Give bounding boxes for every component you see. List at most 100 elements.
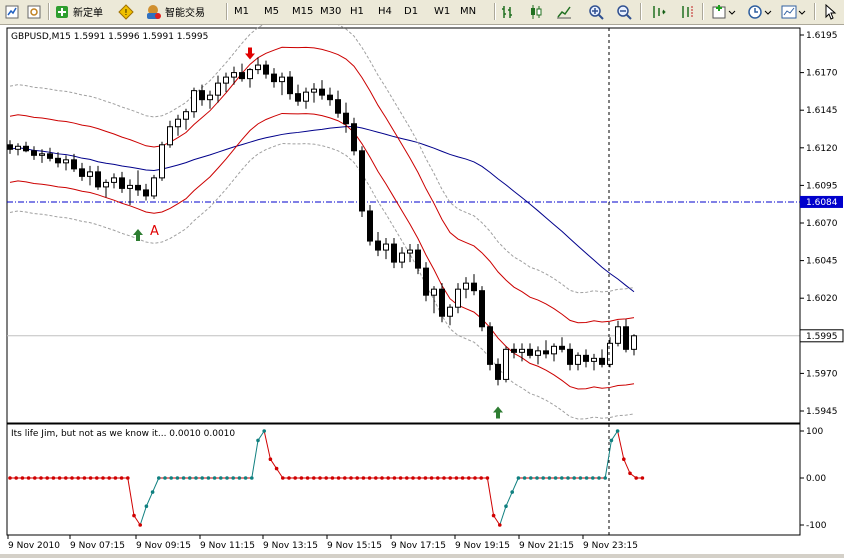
indicator-point bbox=[442, 476, 446, 480]
candle-body bbox=[495, 363, 501, 380]
cursor-icon[interactable] bbox=[820, 2, 840, 21]
candle-body bbox=[343, 112, 349, 125]
candle-body bbox=[559, 345, 565, 350]
indicator-point bbox=[491, 513, 496, 518]
new-order-icon bbox=[56, 5, 68, 18]
indicator-point bbox=[262, 429, 267, 433]
indicator-point bbox=[212, 476, 217, 480]
indicator-point bbox=[628, 471, 632, 476]
candle-body bbox=[511, 348, 517, 353]
timeframe-h1-button[interactable]: H1 bbox=[348, 2, 366, 21]
timeframe-w1-button[interactable]: W1 bbox=[432, 2, 452, 21]
zoom-out-icon[interactable] bbox=[614, 2, 634, 21]
candle-body bbox=[487, 326, 493, 365]
indicator-point bbox=[138, 523, 142, 527]
y-tick-label: 1.5970 bbox=[806, 369, 838, 379]
candle-body bbox=[455, 288, 461, 308]
indicator-point bbox=[405, 476, 409, 480]
candle-body bbox=[63, 159, 69, 164]
indicator-point bbox=[132, 513, 136, 518]
indicators-dropdown-icon[interactable] bbox=[710, 2, 738, 21]
indicator-point bbox=[485, 476, 490, 480]
timeframe-d1-button[interactable]: D1 bbox=[402, 2, 420, 21]
y-tick-label: 1.6095 bbox=[806, 181, 838, 191]
indicator-point bbox=[479, 476, 484, 480]
chart-shift-icon[interactable] bbox=[676, 2, 696, 21]
periods-dropdown-icon[interactable] bbox=[746, 2, 774, 21]
candle-body bbox=[551, 345, 557, 355]
line-chart-icon[interactable] bbox=[554, 2, 574, 21]
indicator-point bbox=[299, 476, 304, 480]
timeframe-h4-button[interactable]: H4 bbox=[376, 2, 394, 21]
chart-window[interactable]: 1.6195 1.6170 1.6145 1.6120 1.6095 1.6070 1.60… bbox=[0, 16, 844, 554]
candle-body bbox=[231, 72, 237, 78]
indicator-point bbox=[336, 476, 341, 480]
indicator-point bbox=[591, 476, 595, 480]
x-tick-label: 9 Nov 15:15 bbox=[327, 541, 382, 551]
current-price-label: 1.5995 bbox=[806, 332, 838, 342]
zoom-in-icon[interactable] bbox=[586, 2, 606, 21]
indicator-point bbox=[429, 476, 434, 480]
price-chart[interactable]: 1.6195 1.6170 1.6145 1.6120 1.6095 1.6070 1.60… bbox=[0, 16, 844, 554]
candle-body bbox=[47, 153, 53, 159]
indicator-point bbox=[566, 476, 570, 480]
candle-body bbox=[239, 72, 245, 80]
indicator-point bbox=[45, 476, 49, 480]
timeframe-m1-button[interactable]: M1 bbox=[232, 2, 251, 21]
indicator-point bbox=[57, 476, 62, 480]
templates-dropdown-icon[interactable] bbox=[780, 2, 808, 21]
candle-body bbox=[415, 249, 421, 269]
y-tick-label: 1.6045 bbox=[806, 257, 838, 267]
meta-editor-icon[interactable]: ! bbox=[116, 2, 136, 21]
new-order-button[interactable]: 新定单 bbox=[52, 2, 105, 21]
x-tick-label: 9 Nov 23:15 bbox=[583, 541, 638, 551]
indicator-point bbox=[460, 476, 465, 480]
annotation-label: A bbox=[150, 224, 159, 239]
indicator-point bbox=[318, 476, 322, 480]
indicator-point bbox=[578, 476, 583, 480]
y-tick-label: 1.6120 bbox=[806, 144, 838, 154]
indicator-point bbox=[560, 476, 564, 480]
timeframe-m5-button[interactable]: M5 bbox=[262, 2, 281, 21]
candle-body bbox=[15, 145, 21, 150]
auto-scroll-icon[interactable] bbox=[648, 2, 668, 21]
bar-chart-icon[interactable] bbox=[498, 2, 518, 21]
new-chart-icon[interactable] bbox=[2, 2, 22, 21]
expert-advisors-label: 智能交易 bbox=[165, 8, 205, 19]
candle-body bbox=[479, 290, 485, 328]
x-tick-label: 9 Nov 17:15 bbox=[391, 541, 446, 551]
indicator-y-label: -100 bbox=[806, 521, 827, 531]
indicator-point bbox=[82, 476, 87, 480]
indicator-point bbox=[467, 476, 471, 480]
candle-body bbox=[351, 123, 357, 152]
candlestick-chart-icon[interactable] bbox=[526, 2, 546, 21]
indicator-point bbox=[473, 476, 477, 480]
candle-body bbox=[631, 335, 637, 350]
candle-body bbox=[295, 93, 301, 102]
candle-body bbox=[391, 243, 397, 263]
expert-advisors-button[interactable]: 智能交易 bbox=[142, 2, 207, 21]
indicator-y-label: 0.00 bbox=[806, 474, 826, 484]
candle-body bbox=[583, 354, 589, 362]
candle-body bbox=[103, 181, 109, 188]
candle-body bbox=[471, 282, 477, 292]
candle-body bbox=[55, 157, 61, 164]
indicator-point bbox=[361, 476, 366, 480]
timeframe-mn-button[interactable]: MN bbox=[458, 2, 478, 21]
x-tick-label: 9 Nov 11:15 bbox=[200, 541, 255, 551]
zoom-window-icon[interactable] bbox=[24, 2, 44, 21]
candle-body bbox=[279, 76, 285, 83]
indicator-point bbox=[188, 476, 192, 480]
candle-body bbox=[215, 82, 221, 96]
indicator-point bbox=[119, 476, 124, 480]
indicator-point bbox=[126, 476, 130, 480]
timeframe-m30-button[interactable]: M30 bbox=[318, 2, 343, 21]
indicator-point bbox=[640, 476, 645, 480]
indicator-point bbox=[39, 476, 43, 480]
candle-body bbox=[175, 118, 181, 128]
candle-body bbox=[247, 69, 253, 80]
candle-body bbox=[151, 177, 157, 197]
timeframe-m15-button[interactable]: M15 bbox=[290, 2, 315, 21]
indicator-point bbox=[200, 476, 204, 480]
indicator-point bbox=[584, 476, 589, 480]
